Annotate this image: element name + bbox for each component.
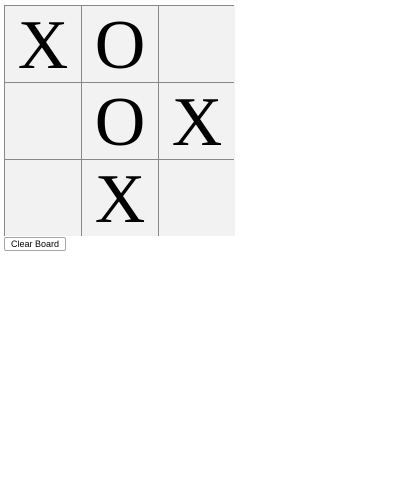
board-cell-r3-c3[interactable] bbox=[159, 160, 235, 236]
board-cell-r3-c2[interactable]: X bbox=[82, 160, 158, 236]
board-cell-r1-c3[interactable] bbox=[159, 6, 235, 82]
cell-mark: X bbox=[17, 7, 69, 84]
cell-mark: X bbox=[94, 161, 146, 238]
tic-tac-toe-board: X O O X X bbox=[4, 5, 235, 236]
board-cell-r3-c1[interactable] bbox=[5, 160, 81, 236]
board-cell-r2-c2[interactable]: O bbox=[82, 83, 158, 159]
board-cell-r2-c3[interactable]: X bbox=[159, 83, 235, 159]
board-cell-r1-c1[interactable]: X bbox=[5, 6, 81, 82]
board-cell-r2-c1[interactable] bbox=[5, 83, 81, 159]
cell-mark: O bbox=[94, 84, 146, 161]
cell-mark: X bbox=[171, 84, 223, 161]
board-cell-r1-c2[interactable]: O bbox=[82, 6, 158, 82]
cell-mark: O bbox=[94, 7, 146, 84]
clear-board-button[interactable]: Clear Board bbox=[4, 237, 66, 251]
